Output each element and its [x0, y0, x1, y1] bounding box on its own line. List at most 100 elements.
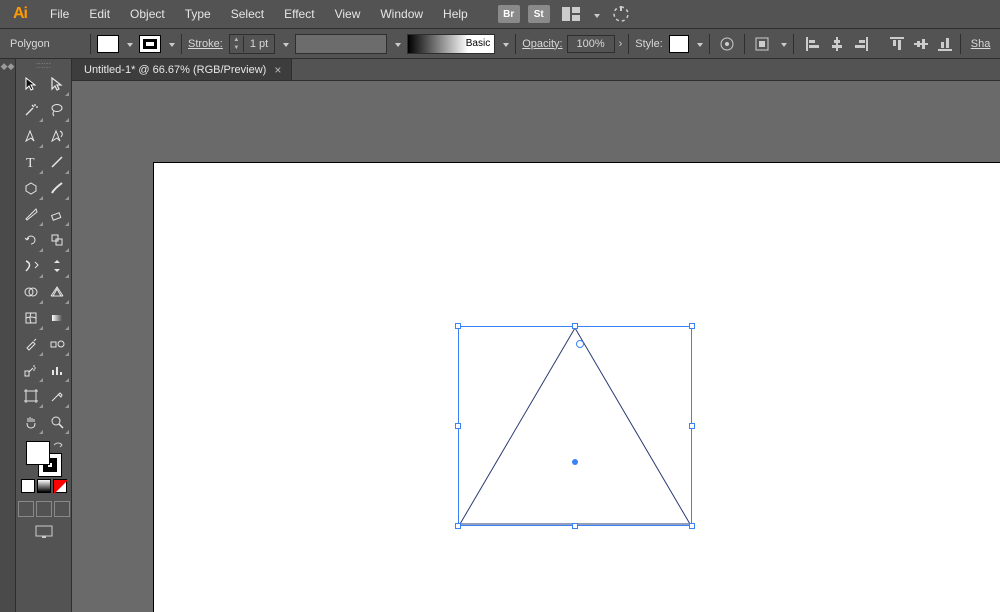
chevron-down-icon[interactable]	[501, 38, 509, 50]
stock-button[interactable]: St	[528, 5, 550, 23]
chevron-down-icon[interactable]	[393, 38, 401, 50]
menu-view[interactable]: View	[325, 0, 371, 28]
width-tool[interactable]	[18, 253, 44, 279]
handle-bottom-middle[interactable]	[572, 523, 578, 529]
color-mode-row	[21, 479, 67, 493]
shape-builder-tool[interactable]	[18, 279, 44, 305]
symbol-sprayer-tool[interactable]	[18, 357, 44, 383]
align-left-button[interactable]	[804, 35, 822, 53]
polygon-shape[interactable]	[458, 326, 692, 526]
arrange-documents-button[interactable]	[558, 5, 584, 23]
rotate-tool[interactable]	[18, 227, 44, 253]
shape-options-label[interactable]: Sha	[967, 38, 991, 50]
artboard[interactable]	[154, 163, 1000, 612]
tools-grip[interactable]: ::::::	[36, 61, 51, 71]
graphic-style-swatch[interactable]	[669, 35, 689, 53]
handle-top-right[interactable]	[689, 323, 695, 329]
draw-behind[interactable]	[36, 501, 52, 517]
draw-normal[interactable]	[18, 501, 34, 517]
menu-edit[interactable]: Edit	[79, 0, 120, 28]
paintbrush-tool[interactable]	[44, 175, 70, 201]
mesh-tool[interactable]	[18, 305, 44, 331]
fill-swatch[interactable]	[97, 35, 119, 53]
free-transform-tool[interactable]	[44, 253, 70, 279]
chevron-down-icon[interactable]	[167, 38, 175, 50]
align-right-button[interactable]	[852, 35, 870, 53]
tools-panel: :::::: T	[16, 59, 72, 612]
handle-bottom-right[interactable]	[689, 523, 695, 529]
stroke-panel-link[interactable]: Stroke:	[188, 38, 223, 50]
slice-tool[interactable]	[44, 383, 70, 409]
lasso-tool[interactable]	[44, 97, 70, 123]
chevron-down-icon[interactable]	[779, 38, 787, 50]
chevron-down-icon[interactable]	[281, 38, 289, 50]
handle-middle-left[interactable]	[455, 423, 461, 429]
align-hcenter-button[interactable]	[828, 35, 846, 53]
menu-type[interactable]: Type	[175, 0, 221, 28]
align-bottom-button[interactable]	[936, 35, 954, 53]
svg-text:T: T	[26, 156, 35, 170]
draw-inside[interactable]	[54, 501, 70, 517]
object-type-label: Polygon	[4, 38, 84, 50]
curvature-tool[interactable]	[44, 123, 70, 149]
shape-tool[interactable]	[18, 175, 44, 201]
close-icon[interactable]: ×	[274, 63, 281, 77]
stroke-swatch[interactable]	[139, 35, 161, 53]
shaper-tool[interactable]	[18, 201, 44, 227]
handle-middle-right[interactable]	[689, 423, 695, 429]
stroke-weight-field[interactable]: ▲▼ 1 pt	[229, 34, 275, 54]
stroke-weight-value: 1 pt	[244, 38, 274, 50]
swap-fill-stroke-icon[interactable]	[52, 441, 64, 453]
gpu-preview-button[interactable]	[608, 5, 634, 23]
magic-wand-tool[interactable]	[18, 97, 44, 123]
line-segment-tool[interactable]	[44, 149, 70, 175]
brush-label: Basic	[466, 38, 490, 49]
gradient-tool[interactable]	[44, 305, 70, 331]
menu-window[interactable]: Window	[370, 0, 433, 28]
hand-tool[interactable]	[18, 409, 44, 435]
document-tab-strip: Untitled-1* @ 66.67% (RGB/Preview) ×	[72, 59, 1000, 81]
handle-top-left[interactable]	[455, 323, 461, 329]
color-mode-none[interactable]	[53, 479, 67, 493]
variable-width-profile[interactable]	[295, 34, 387, 54]
artboard-tool[interactable]	[18, 383, 44, 409]
align-vcenter-button[interactable]	[912, 35, 930, 53]
rotate-widget-icon[interactable]	[576, 340, 584, 348]
chevron-right-icon[interactable]: ›	[619, 38, 623, 50]
screen-mode-button[interactable]	[30, 523, 58, 541]
zoom-tool[interactable]	[44, 409, 70, 435]
blend-tool[interactable]	[44, 331, 70, 357]
panel-collapse-strip[interactable]: ◆◆	[0, 59, 16, 612]
menu-file[interactable]: File	[40, 0, 79, 28]
scale-tool[interactable]	[44, 227, 70, 253]
perspective-grid-tool[interactable]	[44, 279, 70, 305]
recolor-artwork-button[interactable]	[716, 33, 738, 55]
document-tab[interactable]: Untitled-1* @ 66.67% (RGB/Preview) ×	[72, 59, 292, 80]
align-top-button[interactable]	[888, 35, 906, 53]
menu-object[interactable]: Object	[120, 0, 175, 28]
selection-tool[interactable]	[18, 71, 44, 97]
opacity-value[interactable]: 100%	[577, 38, 605, 50]
bridge-button[interactable]: Br	[498, 5, 520, 23]
eyedropper-tool[interactable]	[18, 331, 44, 357]
menu-effect[interactable]: Effect	[274, 0, 324, 28]
type-tool[interactable]: T	[18, 149, 44, 175]
eraser-tool[interactable]	[44, 201, 70, 227]
menu-help[interactable]: Help	[433, 0, 478, 28]
fill-stroke-indicator[interactable]	[24, 441, 64, 477]
handle-top-middle[interactable]	[572, 323, 578, 329]
direct-selection-tool[interactable]	[44, 71, 70, 97]
fill-color-box[interactable]	[26, 441, 50, 465]
chevron-down-icon[interactable]	[695, 38, 703, 50]
handle-bottom-left[interactable]	[455, 523, 461, 529]
opacity-panel-link[interactable]: Opacity:	[522, 38, 562, 50]
color-mode-solid[interactable]	[21, 479, 35, 493]
brush-definition[interactable]: Basic	[407, 34, 495, 54]
chevron-down-icon[interactable]	[125, 38, 133, 50]
pen-tool[interactable]	[18, 123, 44, 149]
column-graph-tool[interactable]	[44, 357, 70, 383]
menu-select[interactable]: Select	[221, 0, 274, 28]
align-to-button[interactable]	[751, 33, 773, 55]
color-mode-gradient[interactable]	[37, 479, 51, 493]
canvas[interactable]	[72, 81, 1000, 612]
